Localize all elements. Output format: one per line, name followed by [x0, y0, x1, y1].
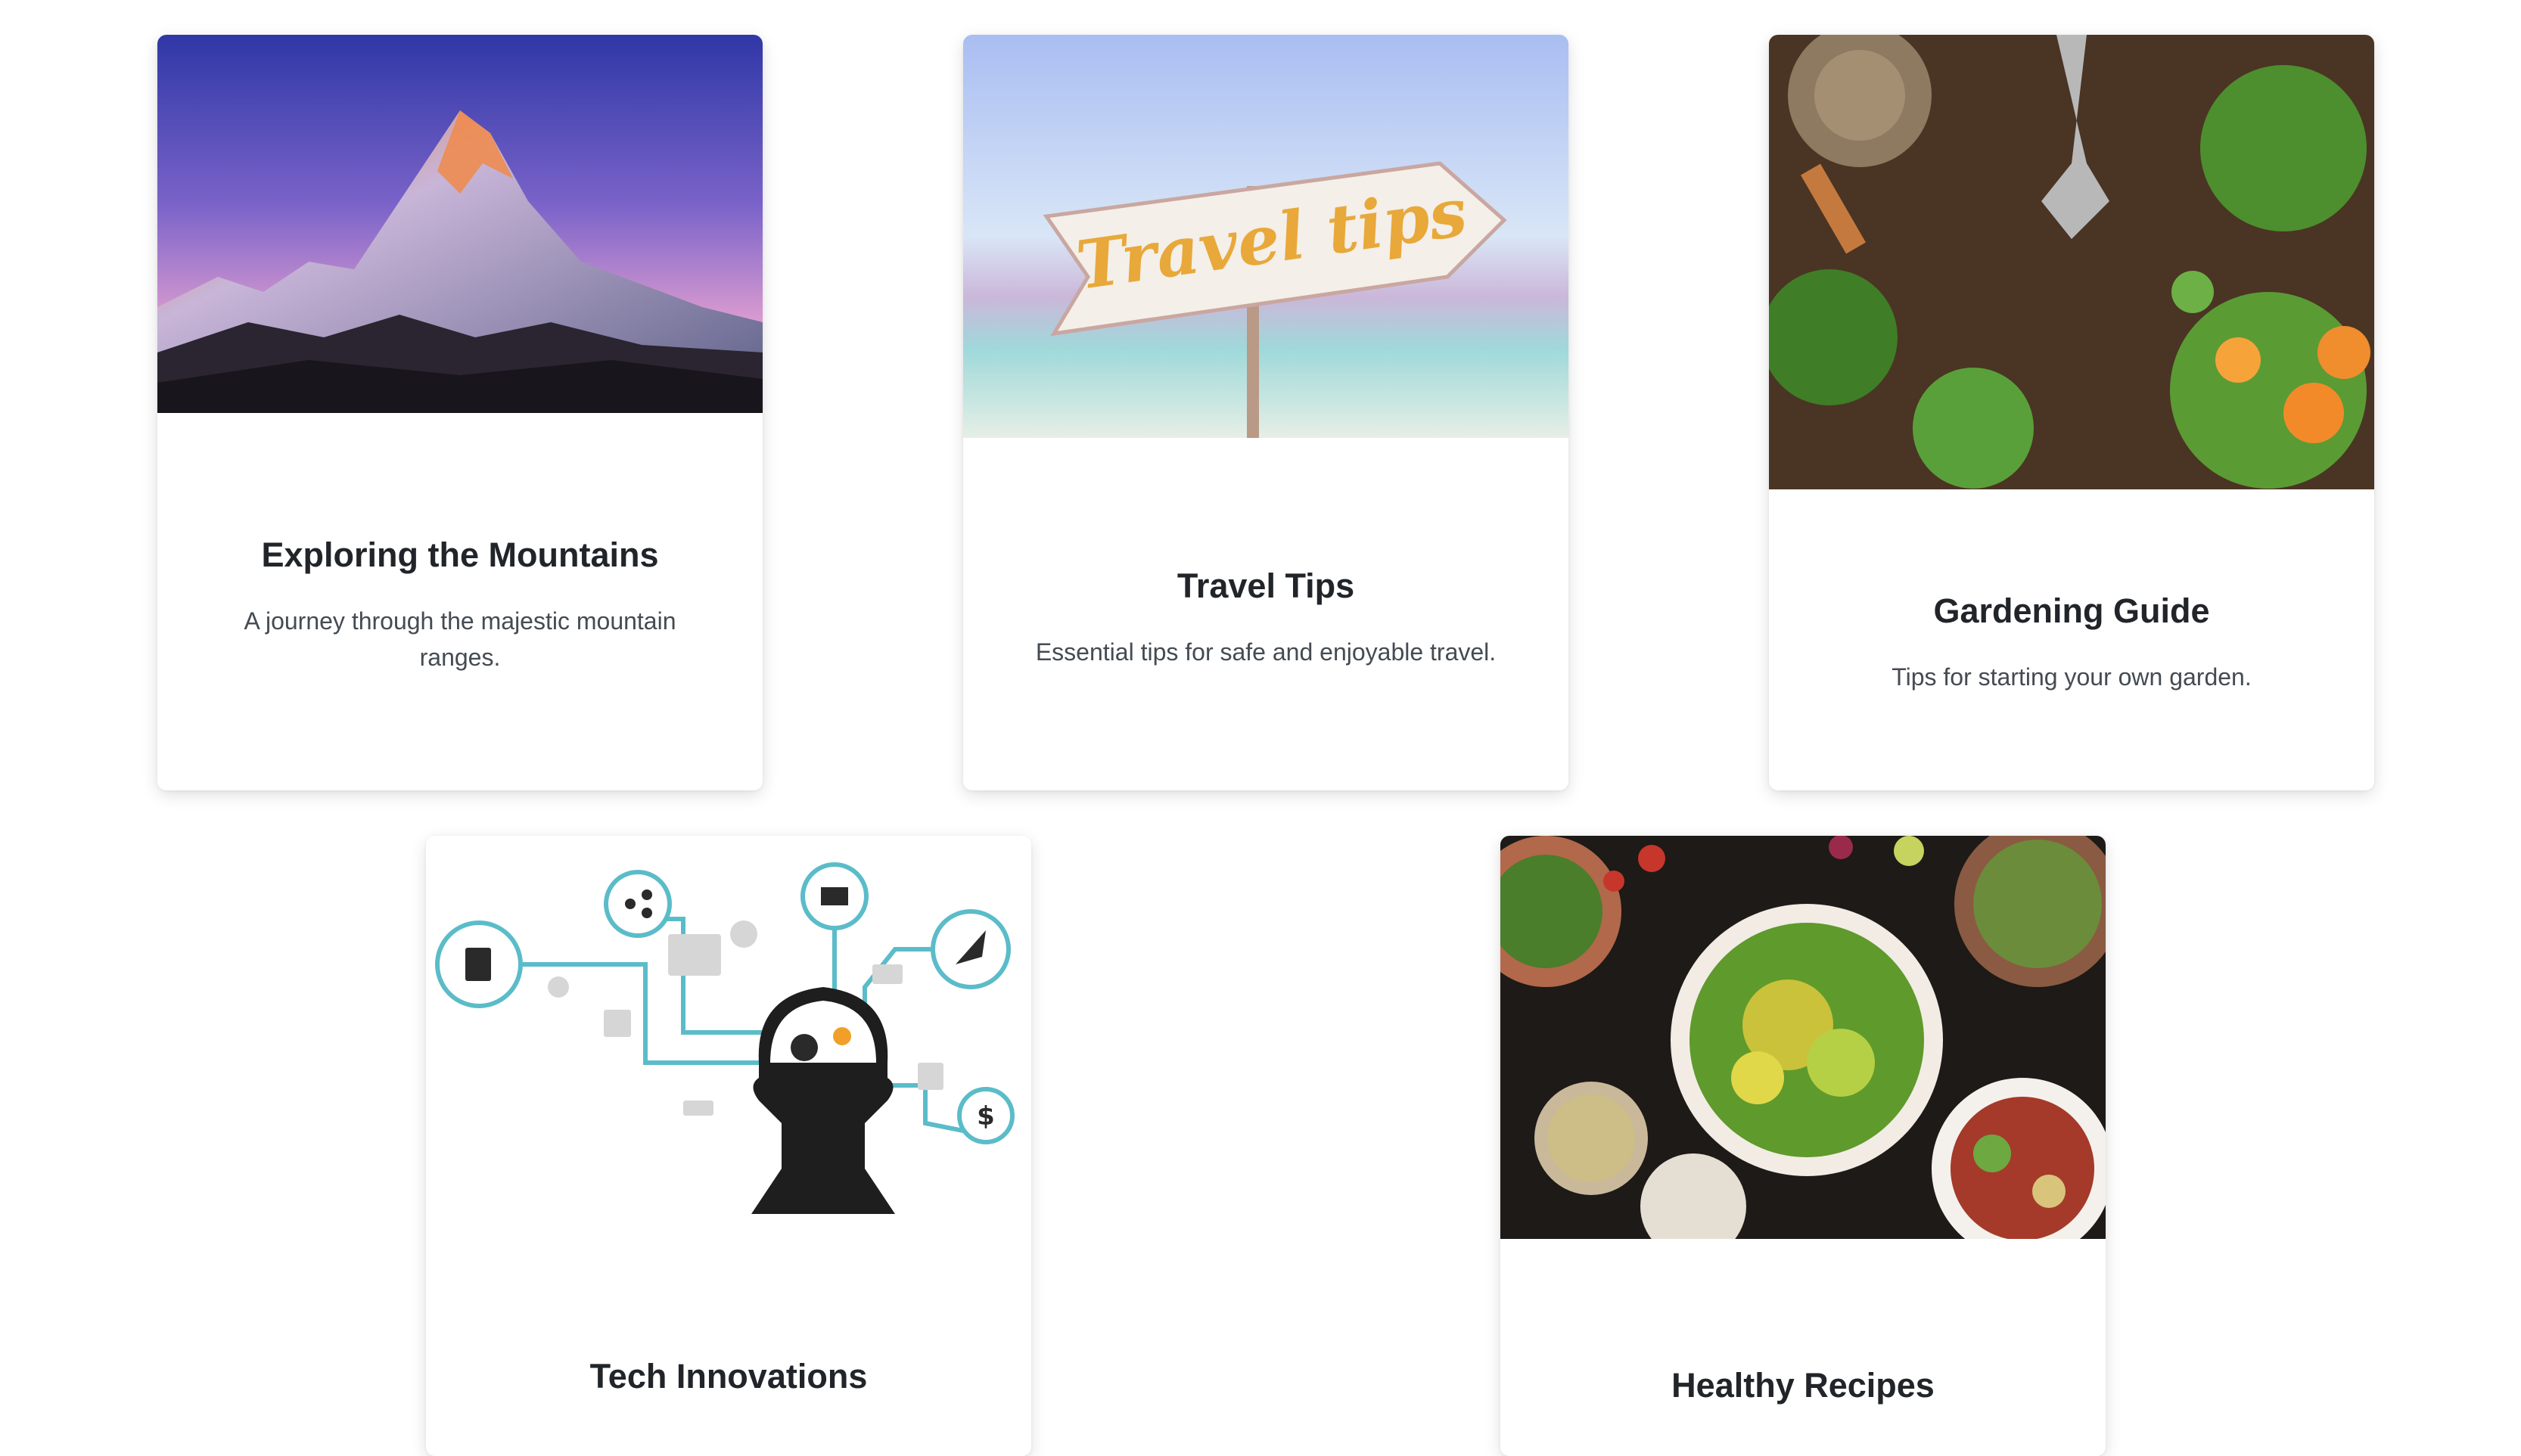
card-title: Healthy Recipes	[1671, 1366, 1935, 1405]
card-text: Essential tips for safe and enjoyable tr…	[1035, 638, 1497, 666]
card-text: A journey through the majestic mountain …	[244, 607, 676, 671]
card-title: Tech Innovations	[589, 1357, 868, 1395]
card-gardening-guide[interactable]: Gardening Guide Tips for starting your o…	[1769, 35, 2374, 790]
share-icon	[604, 870, 672, 938]
card-title: Travel Tips	[1177, 567, 1355, 605]
card-travel-tips[interactable]: Travel tips Travel Tips Essential tips f…	[963, 35, 1568, 790]
card-healthy-recipes[interactable]: Healthy Recipes	[1500, 836, 2106, 1456]
card-tech-innovations[interactable]: $ Tech Innovations	[426, 836, 1031, 1456]
mountain-image	[157, 35, 763, 413]
card-exploring-mountains[interactable]: Exploring the Mountains A journey throug…	[157, 35, 763, 790]
card-text: Tips for starting your own garden.	[1892, 663, 2252, 691]
dollar-sign-text: $	[977, 1101, 995, 1132]
garden-image	[1769, 35, 2374, 489]
recipes-image	[1500, 836, 2106, 1239]
tech-image: $	[426, 836, 1031, 1259]
card-title: Gardening Guide	[1933, 591, 2210, 630]
card-title: Exploring the Mountains	[261, 536, 659, 574]
travel-tips-image: Travel tips	[963, 35, 1568, 438]
